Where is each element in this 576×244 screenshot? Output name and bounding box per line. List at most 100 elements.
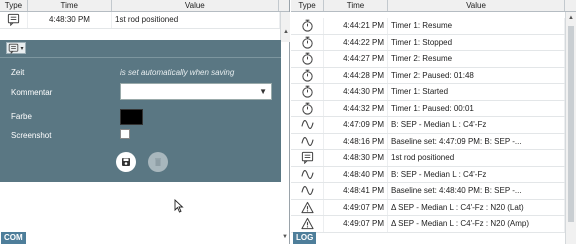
table-row[interactable]: 4:49:07 PM Δ SEP - Median L : C4'-Fz : N2… <box>291 216 565 233</box>
row-type-cell <box>291 183 324 199</box>
table-row[interactable]: 4:44:21 PM Timer 1: Resume <box>291 18 565 35</box>
table-row[interactable]: 4:47:09 PM B: SEP - Median L : C4'-Fz <box>291 117 565 134</box>
waveform-icon <box>301 135 314 148</box>
panel-divider <box>0 57 281 58</box>
row-type-cell <box>291 150 324 166</box>
screenshot-checkbox[interactable] <box>120 129 130 139</box>
row-value-cell: 1st rod positioned <box>388 150 565 166</box>
row-type-cell <box>291 216 324 232</box>
comment-type-dropdown-button[interactable]: ▾ <box>6 42 26 54</box>
row-time-cell: 4:47:09 PM <box>324 117 388 133</box>
row-time-cell: 4:49:07 PM <box>324 216 388 232</box>
scroll-down-arrow-icon[interactable]: ▼ <box>282 234 288 240</box>
row-value-cell: Timer 1: Stopped <box>388 34 565 50</box>
zeit-note: is set automatically when saving <box>120 68 235 77</box>
row-type-cell <box>291 67 324 83</box>
row-time-cell: 4:44:32 PM <box>324 100 388 116</box>
table-header: Type Time Value <box>291 0 576 12</box>
save-icon <box>122 158 130 166</box>
row-time-cell: 4:44:28 PM <box>324 67 388 83</box>
row-value-cell: Timer 2: Paused: 01:48 <box>388 67 565 83</box>
row-type-cell <box>291 117 324 133</box>
table-header: Type Time Value <box>0 0 289 12</box>
kommentar-label: Kommentar <box>11 88 53 97</box>
chevron-down-icon: ▾ <box>20 45 24 52</box>
column-header-type[interactable]: Type <box>0 0 28 11</box>
row-time-cell: 4:48:16 PM <box>324 133 388 149</box>
kommentar-combobox[interactable]: ▼ <box>120 83 272 100</box>
color-swatch[interactable] <box>120 109 143 125</box>
scrollbar-corner <box>279 0 289 11</box>
table-row[interactable]: 4:48:16 PM Baseline set: 4:47:09 PM: B: S… <box>291 133 565 150</box>
stopwatch-icon <box>301 36 314 49</box>
row-time-cell: 4:44:21 PM <box>324 18 388 34</box>
warning-icon <box>301 201 314 214</box>
comment-pane: Type Time Value 4:48:30 PM 1st rod posit… <box>0 0 290 244</box>
table-row[interactable]: 4:44:30 PM Timer 1: Started <box>291 84 565 101</box>
table-row[interactable]: 4:44:27 PM Timer 2: Resume <box>291 51 565 68</box>
com-tab-badge[interactable]: COM <box>1 232 26 244</box>
row-value-cell: Δ SEP - Median L : C4'-Fz : N20 (Lat) <box>388 199 565 215</box>
waveform-icon <box>301 168 314 181</box>
scroll-thumb[interactable] <box>568 26 574 222</box>
row-time-cell: 4:49:07 PM <box>324 199 388 215</box>
top-list-scrollbar[interactable]: ▲ <box>280 12 290 42</box>
log-tab-badge[interactable]: LOG <box>293 232 317 244</box>
row-type-cell <box>291 18 324 34</box>
row-type-cell <box>291 84 324 100</box>
table-row[interactable]: 4:48:41 PM Baseline set: 4:48:40 PM: B: S… <box>291 183 565 200</box>
screenshot-label: Screenshot <box>11 131 52 140</box>
row-type-cell <box>291 51 324 67</box>
warning-icon <box>301 217 314 230</box>
column-header-time[interactable]: Time <box>324 0 388 11</box>
row-value-cell: Baseline set: 4:47:09 PM: B: SEP -... <box>388 133 565 149</box>
chevron-down-icon[interactable]: ▼ <box>259 87 267 96</box>
zeit-label: Zeit <box>11 68 25 77</box>
stopwatch-icon <box>301 52 314 65</box>
row-value-cell: 1st rod positioned <box>112 12 280 28</box>
comment-icon <box>8 43 19 54</box>
scroll-up-arrow-icon[interactable]: ▲ <box>282 28 290 36</box>
stopwatch-icon <box>301 69 314 82</box>
column-header-time[interactable]: Time <box>28 0 112 11</box>
row-time-cell: 4:44:30 PM <box>324 84 388 100</box>
table-row[interactable]: 4:48:30 PM 1st rod positioned <box>291 150 565 167</box>
scroll-up-arrow-icon[interactable]: ▲ <box>567 14 575 22</box>
comment-icon <box>7 13 20 26</box>
column-header-type[interactable]: Type <box>291 0 324 11</box>
row-value-cell: Timer 1: Started <box>388 84 565 100</box>
table-row[interactable]: 4:49:07 PM Δ SEP - Median L : C4'-Fz : N2… <box>291 199 565 216</box>
delete-button[interactable] <box>148 152 168 172</box>
row-type-cell <box>0 12 28 28</box>
column-header-value[interactable]: Value <box>112 0 280 11</box>
row-time-cell: 4:44:27 PM <box>324 51 388 67</box>
comment-editor-panel: ▾ Zeit is set automatically when saving … <box>0 40 281 182</box>
column-header-value[interactable]: Value <box>388 0 565 11</box>
row-value-cell: Timer 2: Resume <box>388 51 565 67</box>
row-value-cell: Δ SEP - Median L : C4'-Fz : N20 (Amp) <box>388 216 565 232</box>
log-scrollbar[interactable]: ▲ <box>565 12 576 244</box>
save-button[interactable] <box>116 152 136 172</box>
table-row[interactable]: 4:48:40 PM B: SEP - Median L : C4'-Fz <box>291 166 565 183</box>
row-time-cell: 4:48:30 PM <box>324 150 388 166</box>
row-value-cell: Baseline set: 4:48:40 PM: B: SEP -... <box>388 183 565 199</box>
table-row[interactable]: 4:48:30 PM 1st rod positioned <box>0 12 289 29</box>
trash-icon <box>155 158 161 166</box>
mouse-pointer-icon <box>174 198 184 215</box>
row-type-cell <box>291 100 324 116</box>
row-type-cell <box>291 199 324 215</box>
row-time-cell: 4:48:30 PM <box>28 12 112 28</box>
row-value-cell: B: SEP - Median L : C4'-Fz <box>388 117 565 133</box>
scrollbar-corner <box>565 0 576 11</box>
table-row[interactable]: 4:44:22 PM Timer 1: Stopped <box>291 34 565 51</box>
table-row[interactable]: 4:44:28 PM Timer 2: Paused: 01:48 <box>291 67 565 84</box>
row-value-cell: Timer 1: Paused: 00:01 <box>388 100 565 116</box>
row-time-cell: 4:48:40 PM <box>324 166 388 182</box>
row-time-cell: 4:44:22 PM <box>324 34 388 50</box>
log-list: 4:44:21 PM Timer 1: Resume 4:44:22 PM Timer… <box>291 18 565 233</box>
row-type-cell <box>291 133 324 149</box>
waveform-icon <box>301 184 314 197</box>
table-row[interactable]: 4:44:32 PM Timer 1: Paused: 00:01 <box>291 100 565 117</box>
row-value-cell: B: SEP - Median L : C4'-Fz <box>388 166 565 182</box>
log-pane: Type Time Value 4:44:21 PM Timer 1: Resum… <box>291 0 576 244</box>
